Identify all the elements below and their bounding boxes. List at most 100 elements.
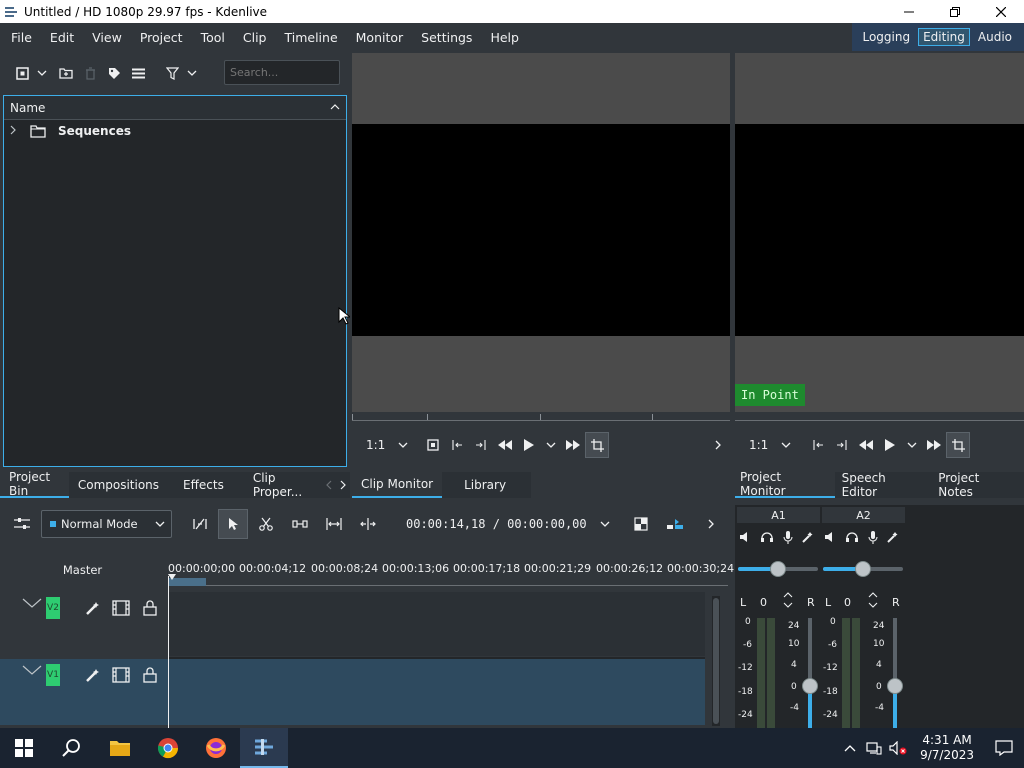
edit-mode-select[interactable]: Normal Mode xyxy=(41,510,172,538)
volume-fader-knob-a2[interactable] xyxy=(887,678,903,694)
tab-project-bin[interactable]: Project Bin xyxy=(0,470,69,498)
track-header-v1[interactable]: V1 xyxy=(0,659,168,725)
menu-settings[interactable]: Settings xyxy=(412,30,481,45)
menu-edit[interactable]: Edit xyxy=(41,30,83,45)
effects-wand-icon[interactable] xyxy=(887,531,899,546)
effects-wand-icon[interactable] xyxy=(802,531,814,546)
pan-knob-a1[interactable] xyxy=(770,561,786,577)
minimize-button[interactable] xyxy=(886,0,932,23)
fast-forward-icon[interactable] xyxy=(561,432,585,458)
film-icon[interactable] xyxy=(111,598,131,618)
crop-icon[interactable] xyxy=(585,432,610,458)
timeline-timecode[interactable]: 00:00:14,18 / 00:00:00,00 xyxy=(406,517,587,531)
a2-pan-value[interactable]: 0 xyxy=(844,596,851,609)
project-set-out-point-icon[interactable] xyxy=(830,432,854,458)
menu-clip[interactable]: Clip xyxy=(234,30,276,45)
tab-clip-monitor[interactable]: Clip Monitor xyxy=(352,472,443,498)
workspace-audio[interactable]: Audio xyxy=(974,29,1016,45)
workspace-logging[interactable]: Logging xyxy=(858,29,914,45)
clip-monitor-view[interactable] xyxy=(352,53,730,417)
timeline-settings-icon[interactable] xyxy=(10,511,34,537)
clip-zoom-label[interactable]: 1:1 xyxy=(362,438,389,452)
volume-fader-knob-a1[interactable] xyxy=(802,678,818,694)
lock-icon[interactable] xyxy=(140,665,160,685)
notifications-icon[interactable] xyxy=(984,728,1024,768)
tag-icon[interactable] xyxy=(102,61,126,85)
menu-help[interactable]: Help xyxy=(481,30,528,45)
toolbar-more-chevron-right-icon[interactable] xyxy=(699,511,723,537)
bin-search-input[interactable] xyxy=(224,60,340,85)
file-explorer-icon[interactable] xyxy=(96,728,144,768)
track-name-v2[interactable]: V2 xyxy=(46,597,60,619)
kdenlive-task-icon[interactable] xyxy=(240,728,288,768)
track-name-v1[interactable]: V1 xyxy=(46,664,60,686)
scrollbar-thumb[interactable] xyxy=(713,598,719,724)
speaker-icon[interactable] xyxy=(824,531,836,546)
filter-chevron-down-icon[interactable] xyxy=(184,61,200,85)
filter-icon[interactable] xyxy=(160,61,184,85)
timeline-ruler[interactable]: 00:00:00;00 00:00:04;12 00:00:08;24 00:0… xyxy=(168,560,734,586)
menu-view[interactable]: View xyxy=(83,30,131,45)
firefox-icon[interactable] xyxy=(192,728,240,768)
headphones-icon[interactable] xyxy=(845,531,859,546)
workspace-editing[interactable]: Editing xyxy=(918,28,970,46)
effects-wand-icon[interactable] xyxy=(83,598,103,618)
add-clip-icon[interactable] xyxy=(10,61,34,85)
menu-monitor[interactable]: Monitor xyxy=(347,30,413,45)
slip-tool-icon[interactable] xyxy=(322,511,346,537)
collapse-chevron-icon[interactable] xyxy=(22,597,42,613)
volume-fader-a1[interactable] xyxy=(808,618,812,728)
timeline-scrollbar[interactable] xyxy=(712,596,720,726)
microphone-icon[interactable] xyxy=(783,531,793,547)
project-play-icon[interactable] xyxy=(878,432,902,458)
track-header-v2[interactable]: V2 xyxy=(0,592,168,656)
tab-clip-properties[interactable]: Clip Proper... xyxy=(243,471,322,499)
project-zoom-label[interactable]: 1:1 xyxy=(745,438,772,452)
project-rewind-icon[interactable] xyxy=(854,432,878,458)
tab-library[interactable]: Library xyxy=(442,472,532,498)
tab-compositions[interactable]: Compositions xyxy=(68,472,169,498)
timeline-track-v2[interactable] xyxy=(168,592,705,656)
maximize-button[interactable] xyxy=(932,0,978,23)
project-fast-forward-icon[interactable] xyxy=(922,432,946,458)
project-crop-icon[interactable] xyxy=(946,432,971,458)
delete-icon[interactable] xyxy=(78,61,102,85)
start-button[interactable] xyxy=(0,728,48,768)
expand-arrow-icon[interactable] xyxy=(10,125,20,138)
menu-timeline[interactable]: Timeline xyxy=(275,30,346,45)
network-icon[interactable] xyxy=(862,735,886,761)
bin-column-header[interactable]: Name xyxy=(4,96,346,120)
menu-tool[interactable]: Tool xyxy=(192,30,234,45)
tab-project-notes[interactable]: Project Notes xyxy=(931,471,1024,499)
play-options-chevron-icon[interactable] xyxy=(541,432,561,458)
clip-monitor-ruler[interactable] xyxy=(352,412,730,421)
volume-fader-a2[interactable] xyxy=(893,618,897,728)
speaker-icon[interactable] xyxy=(739,531,751,546)
chevron-down-icon[interactable] xyxy=(34,61,50,85)
lock-icon[interactable] xyxy=(140,598,160,618)
project-set-in-point-icon[interactable] xyxy=(806,432,830,458)
tray-chevron-up-icon[interactable] xyxy=(838,735,862,761)
tab-scroll-right-icon[interactable] xyxy=(336,472,350,498)
set-in-point-icon[interactable] xyxy=(445,432,469,458)
project-monitor-ruler[interactable] xyxy=(735,412,1024,421)
a2-pan-stepper-icon[interactable] xyxy=(868,591,878,612)
volume-muted-icon[interactable] xyxy=(886,735,910,761)
zoom-chevron-down-icon[interactable] xyxy=(389,432,417,458)
playhead-marker[interactable] xyxy=(168,574,176,580)
rewind-icon[interactable] xyxy=(493,432,517,458)
close-button[interactable] xyxy=(978,0,1024,23)
menu-file[interactable]: File xyxy=(0,30,41,45)
tab-scroll-left-icon[interactable] xyxy=(322,472,336,498)
add-folder-icon[interactable] xyxy=(54,61,78,85)
menu-lines-icon[interactable] xyxy=(126,61,150,85)
play-icon[interactable] xyxy=(517,432,541,458)
zone-icon[interactable] xyxy=(629,511,653,537)
insert-icon[interactable] xyxy=(663,511,687,537)
project-play-options-chevron-icon[interactable] xyxy=(902,432,922,458)
more-chevron-right-icon[interactable] xyxy=(706,432,730,458)
effects-wand-icon[interactable] xyxy=(83,665,103,685)
bin-folder-row[interactable]: Sequences xyxy=(4,122,346,140)
spacer-tool-icon[interactable] xyxy=(188,511,212,537)
tab-project-monitor[interactable]: Project Monitor xyxy=(735,470,835,498)
